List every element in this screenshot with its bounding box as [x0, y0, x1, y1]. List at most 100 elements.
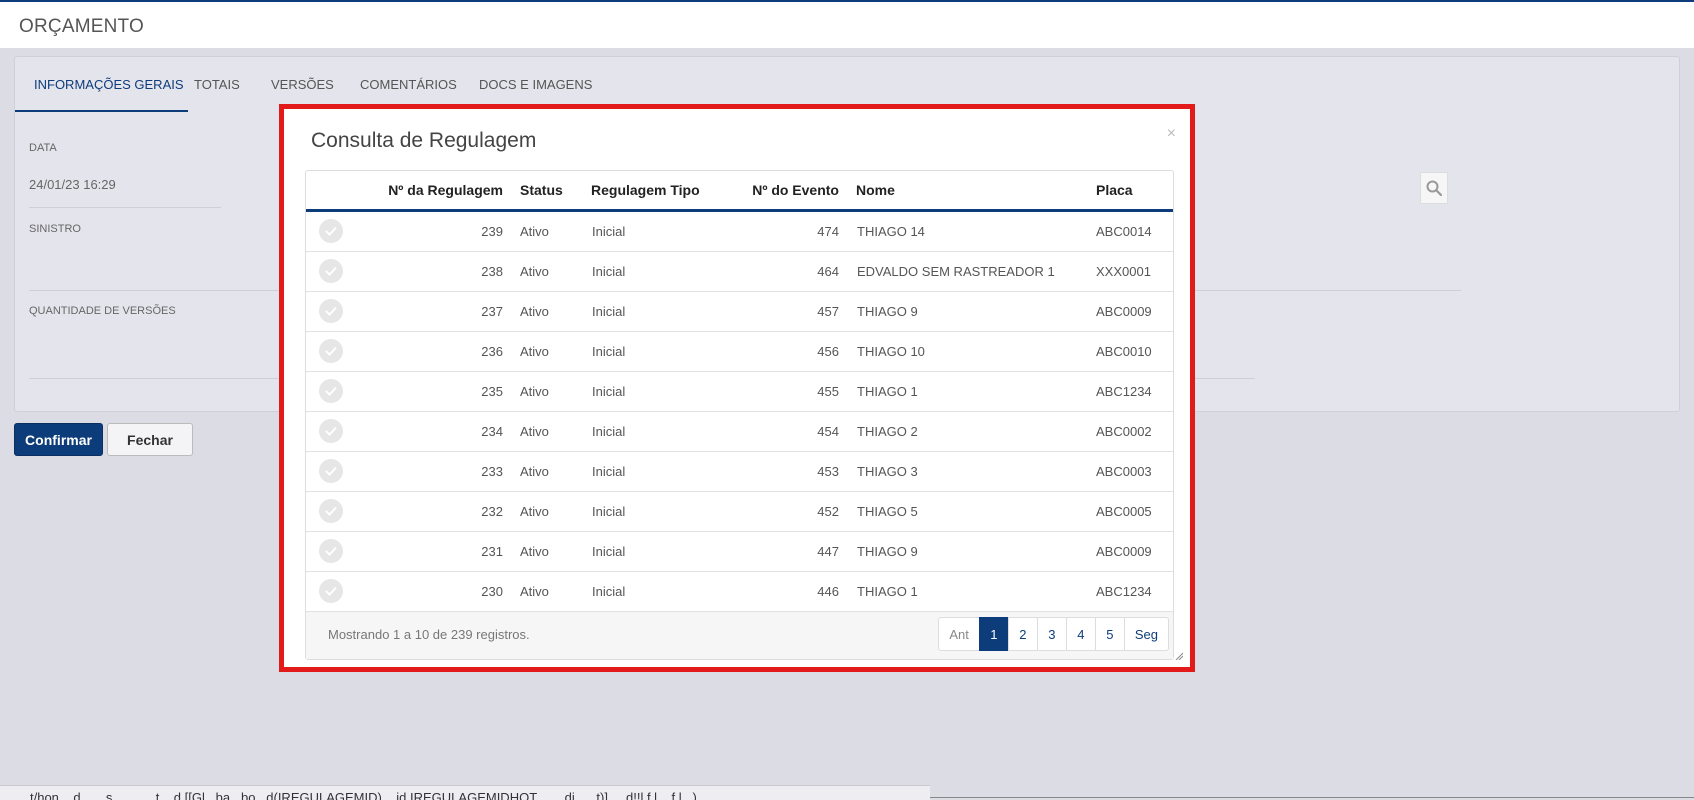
cell-evento: 455 [817, 384, 839, 399]
select-check-icon[interactable] [319, 459, 343, 483]
page-1-button[interactable]: 1 [978, 617, 1009, 651]
cell-placa: ABC0014 [1096, 224, 1152, 239]
cell-placa: ABC0003 [1096, 464, 1152, 479]
select-check-icon[interactable] [319, 259, 343, 283]
table-row[interactable]: 236 Ativo Inicial 456 THIAGO 10 ABC0010 [306, 332, 1173, 372]
cell-evento: 447 [817, 544, 839, 559]
select-check-icon[interactable] [319, 379, 343, 403]
versions-label: QUANTIDADE DE VERSÕES [29, 305, 176, 317]
cell-evento: 457 [817, 304, 839, 319]
tab-comentarios[interactable]: COMENTÁRIOS [360, 77, 457, 92]
cell-tipo: Inicial [592, 584, 626, 599]
col-header-nome[interactable]: Nome [856, 182, 895, 198]
resize-handle-icon[interactable] [1175, 652, 1183, 660]
cell-regulagem: 237 [481, 304, 503, 319]
cell-nome: EDVALDO SEM RASTREADOR 1 [857, 264, 1055, 279]
sinistro-search-button[interactable] [1420, 172, 1448, 204]
table-row[interactable]: 230 Ativo Inicial 446 THIAGO 1 ABC1234 [306, 572, 1173, 612]
active-tab-indicator [15, 110, 188, 112]
select-check-icon[interactable] [319, 339, 343, 363]
tab-docs-imagens[interactable]: DOCS E IMAGENS [479, 77, 592, 92]
col-header-status[interactable]: Status [520, 182, 563, 198]
cell-nome: THIAGO 14 [857, 224, 925, 239]
cell-regulagem: 239 [481, 224, 503, 239]
cell-nome: THIAGO 2 [857, 424, 918, 439]
date-field-underline [29, 207, 221, 208]
select-check-icon[interactable] [319, 579, 343, 603]
cell-status: Ativo [520, 544, 549, 559]
select-check-icon[interactable] [319, 499, 343, 523]
cell-status: Ativo [520, 304, 549, 319]
tab-informacoes-gerais[interactable]: INFORMAÇÕES GERAIS [34, 77, 184, 92]
prev-page-button[interactable]: Ant [938, 617, 980, 651]
records-info: Mostrando 1 a 10 de 239 registros. [328, 627, 530, 642]
cell-nome: THIAGO 5 [857, 504, 918, 519]
cell-status: Ativo [520, 504, 549, 519]
regulagem-table: Nº da Regulagem Status Regulagem Tipo Nº… [305, 170, 1174, 660]
date-label: DATA [29, 142, 57, 154]
cell-nome: THIAGO 10 [857, 344, 925, 359]
cell-tipo: Inicial [592, 304, 626, 319]
page-2-button[interactable]: 2 [1007, 617, 1038, 651]
tab-totais[interactable]: TOTAIS [194, 77, 240, 92]
cell-status: Ativo [520, 424, 549, 439]
cell-regulagem: 236 [481, 344, 503, 359]
cell-evento: 474 [817, 224, 839, 239]
cell-evento: 446 [817, 584, 839, 599]
page-5-button[interactable]: 5 [1094, 617, 1125, 651]
bottom-divider [930, 797, 1694, 798]
cell-nome: THIAGO 1 [857, 584, 918, 599]
col-header-regulagem[interactable]: Nº da Regulagem [388, 182, 503, 198]
modal-title: Consulta de Regulagem [311, 129, 537, 152]
date-field[interactable]: 24/01/23 16:29 [29, 177, 116, 192]
page-title: ORÇAMENTO [19, 16, 144, 37]
page-3-button[interactable]: 3 [1036, 617, 1067, 651]
cell-nome: THIAGO 3 [857, 464, 918, 479]
table-row[interactable]: 235 Ativo Inicial 455 THIAGO 1 ABC1234 [306, 372, 1173, 412]
col-header-evento[interactable]: Nº do Evento [752, 182, 839, 198]
select-check-icon[interactable] [319, 539, 343, 563]
cell-placa: ABC0009 [1096, 544, 1152, 559]
cell-placa: ABC0002 [1096, 424, 1152, 439]
cell-status: Ativo [520, 464, 549, 479]
next-page-button[interactable]: Seg [1123, 617, 1169, 651]
cell-status: Ativo [520, 344, 549, 359]
cell-regulagem: 238 [481, 264, 503, 279]
cell-regulagem: 234 [481, 424, 503, 439]
cell-tipo: Inicial [592, 264, 626, 279]
cell-status: Ativo [520, 224, 549, 239]
cell-regulagem: 230 [481, 584, 503, 599]
cell-status: Ativo [520, 584, 549, 599]
table-row[interactable]: 232 Ativo Inicial 452 THIAGO 5 ABC0005 [306, 492, 1173, 532]
cell-placa: XXX0001 [1096, 264, 1151, 279]
modal-close-icon[interactable]: × [1167, 125, 1176, 143]
col-header-tipo[interactable]: Regulagem Tipo [591, 182, 700, 198]
table-row[interactable]: 238 Ativo Inicial 464 EDVALDO SEM RASTREADOR… [306, 252, 1173, 292]
cell-tipo: Inicial [592, 224, 626, 239]
cell-placa: ABC0005 [1096, 504, 1152, 519]
top-bar: ORÇAMENTO [0, 0, 1694, 48]
pagination: Ant 1 2 3 4 5 Seg [938, 617, 1169, 651]
confirm-button[interactable]: Confirmar [14, 423, 103, 456]
cell-evento: 464 [817, 264, 839, 279]
page-4-button[interactable]: 4 [1065, 617, 1096, 651]
table-footer: Mostrando 1 a 10 de 239 registros. Ant 1 2… [306, 611, 1173, 659]
select-check-icon[interactable] [319, 299, 343, 323]
table-row[interactable]: 234 Ativo Inicial 454 THIAGO 2 ABC0002 [306, 412, 1173, 452]
close-button[interactable]: Fechar [107, 423, 193, 456]
cell-evento: 453 [817, 464, 839, 479]
cell-nome: THIAGO 1 [857, 384, 918, 399]
table-row[interactable]: 231 Ativo Inicial 447 THIAGO 9 ABC0009 [306, 532, 1173, 572]
table-row[interactable]: 239 Ativo Inicial 474 THIAGO 14 ABC0014 [306, 212, 1173, 252]
table-header: Nº da Regulagem Status Regulagem Tipo Nº… [306, 171, 1173, 212]
regulagem-modal: Consulta de Regulagem × Nº da Regulagem … [279, 104, 1195, 672]
table-row[interactable]: 233 Ativo Inicial 453 THIAGO 3 ABC0003 [306, 452, 1173, 492]
select-check-icon[interactable] [319, 419, 343, 443]
col-header-placa[interactable]: Placa [1096, 182, 1133, 198]
cell-status: Ativo [520, 384, 549, 399]
select-check-icon[interactable] [319, 219, 343, 243]
bottom-debug-bar: t/hon... d... ...s ... .......t ...d [[G… [0, 785, 930, 800]
table-row[interactable]: 237 Ativo Inicial 457 THIAGO 9 ABC0009 [306, 292, 1173, 332]
cell-status: Ativo [520, 264, 549, 279]
tab-versoes[interactable]: VERSÕES [271, 77, 334, 92]
